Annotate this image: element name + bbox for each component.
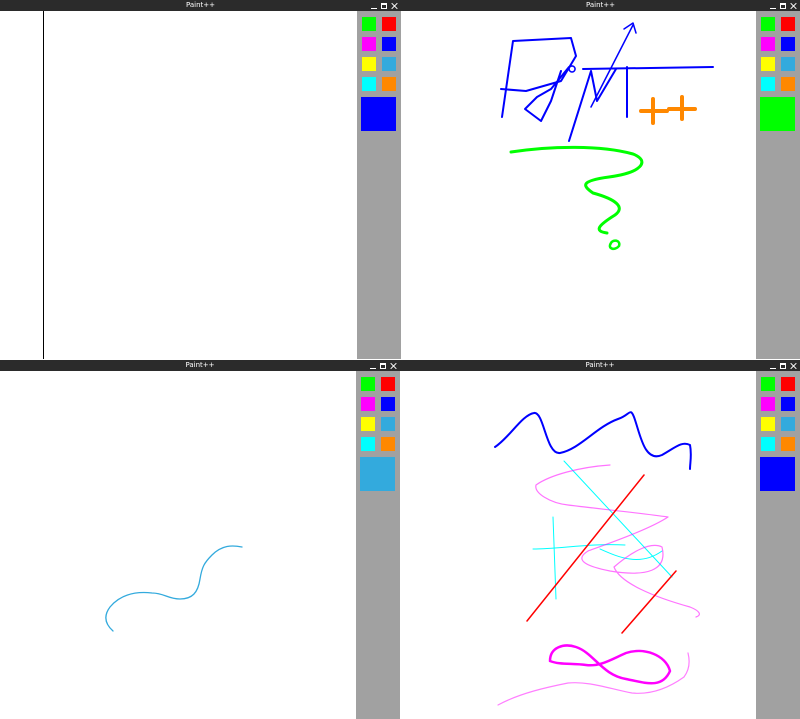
swatch-light-blue[interactable] (382, 57, 396, 71)
minimize-icon[interactable] (770, 363, 776, 369)
swatch-blue[interactable] (381, 397, 395, 411)
swatch-blue[interactable] (781, 37, 795, 51)
stroke-light-blue-wave (105, 545, 243, 632)
stroke-red-line-2 (621, 570, 677, 634)
swatch-red[interactable] (781, 17, 795, 31)
window-title: Paint++ (585, 361, 615, 369)
minimize-icon[interactable] (371, 3, 377, 9)
swatch-light-blue[interactable] (381, 417, 395, 431)
stroke-orange-plus-1 (639, 97, 669, 125)
window-title: Paint++ (185, 361, 215, 369)
swatch-green[interactable] (761, 17, 775, 31)
stroke-magenta-scribble (548, 644, 672, 685)
window-title: Paint++ (585, 1, 616, 9)
stroke-pink-swoosh (497, 652, 690, 706)
stroke-blue-zigzag (494, 411, 692, 470)
drawing-canvas[interactable] (401, 11, 758, 359)
swatch-cyan[interactable] (362, 77, 376, 91)
swatch-green[interactable] (761, 377, 775, 391)
current-color-indicator (361, 97, 396, 131)
swatch-red[interactable] (381, 377, 395, 391)
stroke-violet-loops (535, 464, 700, 618)
close-icon[interactable] (390, 363, 396, 369)
swatch-blue[interactable] (781, 397, 795, 411)
canvas-edge-line (43, 11, 44, 359)
color-palette (756, 11, 800, 359)
canvas-drawing (494, 411, 700, 706)
stroke-green-dot (608, 239, 621, 251)
swatch-orange[interactable] (381, 437, 395, 451)
swatch-orange[interactable] (781, 437, 795, 451)
window-controls (770, 360, 796, 371)
canvas-drawing (105, 545, 243, 632)
minimize-icon[interactable] (770, 3, 776, 9)
title-bar[interactable]: Paint++ (0, 0, 401, 11)
canvas-drawing (500, 22, 714, 251)
swatch-light-blue[interactable] (781, 57, 795, 71)
close-icon[interactable] (391, 3, 397, 9)
swatch-red[interactable] (781, 377, 795, 391)
window-controls (371, 0, 397, 11)
swatch-magenta[interactable] (361, 397, 375, 411)
close-icon[interactable] (790, 3, 796, 9)
swatch-yellow[interactable] (362, 57, 376, 71)
current-color-indicator (760, 457, 795, 491)
drawing-canvas[interactable] (0, 371, 356, 719)
swatch-cyan[interactable] (761, 437, 775, 451)
stroke-blue-dot (568, 65, 576, 73)
maximize-icon[interactable] (780, 362, 786, 369)
stroke-green-question (509, 145, 644, 235)
swatch-light-blue[interactable] (781, 417, 795, 431)
swatch-yellow[interactable] (761, 417, 775, 431)
window-title: Paint++ (185, 1, 216, 9)
stroke-blue-letter-p (500, 37, 577, 118)
stroke-cyan-diagonal (563, 460, 673, 578)
close-icon[interactable] (790, 363, 796, 369)
swatch-red[interactable] (382, 17, 396, 31)
window-controls (770, 0, 796, 11)
swatch-orange[interactable] (781, 77, 795, 91)
swatch-magenta[interactable] (761, 37, 775, 51)
swatch-green[interactable] (362, 17, 376, 31)
maximize-icon[interactable] (381, 2, 387, 9)
swatch-magenta[interactable] (761, 397, 775, 411)
title-bar[interactable]: Paint++ (400, 360, 800, 371)
paint-window-2: Paint++ (401, 0, 800, 359)
maximize-icon[interactable] (380, 362, 386, 369)
swatch-green[interactable] (361, 377, 375, 391)
window-controls (370, 360, 396, 371)
drawing-canvas[interactable] (0, 11, 357, 359)
swatch-yellow[interactable] (361, 417, 375, 431)
color-palette (356, 371, 400, 719)
swatch-orange[interactable] (382, 77, 396, 91)
stroke-blue-crossbar (582, 66, 714, 70)
title-bar[interactable]: Paint++ (0, 360, 400, 371)
stroke-cyan-horizontal (532, 544, 626, 550)
swatch-cyan[interactable] (361, 437, 375, 451)
minimize-icon[interactable] (370, 363, 376, 369)
stroke-blue-letter-a (524, 66, 570, 122)
current-color-indicator (760, 97, 795, 131)
maximize-icon[interactable] (780, 2, 786, 9)
swatch-cyan[interactable] (761, 77, 775, 91)
stroke-blue-arrow (590, 22, 637, 108)
color-palette (357, 11, 401, 359)
current-color-indicator (360, 457, 395, 491)
paint-window-4: Paint++ (400, 360, 800, 719)
paint-window-1: Paint++ (0, 0, 401, 359)
paint-window-3: Paint++ (0, 360, 400, 719)
swatch-yellow[interactable] (761, 57, 775, 71)
drawing-canvas[interactable] (400, 371, 756, 719)
stroke-orange-plus-2 (667, 95, 697, 121)
title-bar[interactable]: Paint++ (401, 0, 800, 11)
swatch-blue[interactable] (382, 37, 396, 51)
swatch-magenta[interactable] (362, 37, 376, 51)
color-palette (756, 371, 800, 719)
